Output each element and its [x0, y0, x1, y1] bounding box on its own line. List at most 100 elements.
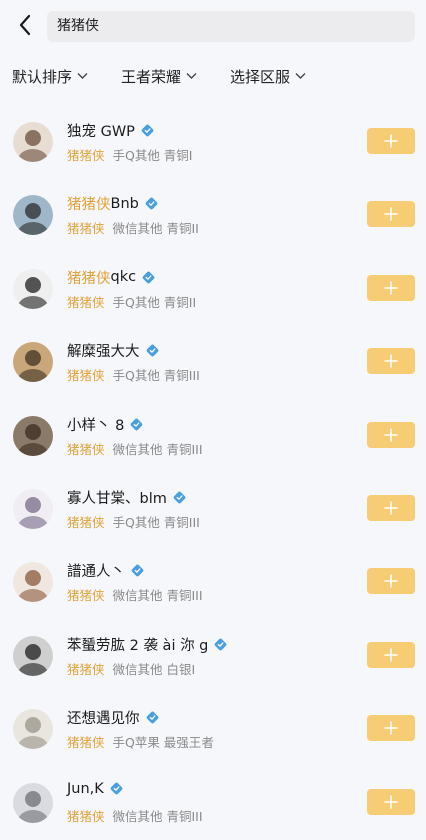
add-friend-button[interactable] [367, 568, 415, 595]
player-meta: 猪猪侠 手Q其他 青铜II [67, 292, 196, 311]
verified-icon [130, 418, 143, 431]
player-name-text: 小样丶 8 [67, 417, 125, 434]
avatar[interactable] [13, 415, 53, 456]
filter-server[interactable]: 选择区服 [230, 58, 306, 94]
back-button[interactable] [10, 10, 40, 40]
avatar[interactable] [13, 195, 53, 236]
verified-icon [145, 197, 158, 210]
player-server-rank: 微信其他 青铜II [112, 221, 199, 237]
avatar[interactable] [13, 122, 53, 162]
player-tag: 猪猪侠 [67, 588, 105, 604]
avatar[interactable] [13, 268, 53, 309]
filter-server-label: 选择区服 [230, 67, 291, 86]
player-tag: 猪猪侠 [67, 808, 105, 824]
filter-sort[interactable]: 默认排序 [12, 58, 88, 94]
player-tag: 猪猪侠 [67, 148, 105, 163]
add-friend-button[interactable] [367, 641, 415, 668]
add-friend-button[interactable] [367, 715, 415, 742]
player-name-highlight: 猪猪侠 [67, 197, 111, 214]
player-server-rank: 微信其他 白银I [112, 661, 196, 677]
avatar[interactable] [13, 635, 53, 676]
player-name-text: 解糜强大大 [67, 344, 140, 361]
player-name-highlight: 猪猪侠 [67, 270, 111, 287]
plus-icon [384, 280, 398, 295]
list-item[interactable]: Jun,K 猪猪侠 微信其他 青铜III [0, 765, 426, 838]
verified-icon [110, 782, 123, 795]
plus-icon [384, 647, 398, 662]
player-server-rank: 手Q苹果 最强王者 [112, 735, 214, 751]
avatar[interactable] [13, 709, 53, 750]
verified-icon [146, 344, 159, 357]
verified-icon [146, 711, 159, 724]
search-input[interactable]: 猪猪侠 [47, 11, 415, 42]
player-server-rank: 手Q其他 青铜I [112, 148, 193, 163]
player-name: 譜通人丶 [67, 560, 144, 581]
list-item[interactable]: 独宠 GWP 猪猪侠 手Q其他 青铜I [0, 104, 426, 177]
plus-icon [384, 574, 398, 589]
add-friend-button[interactable] [367, 274, 415, 301]
top-bar: 猪猪侠 [0, 0, 426, 52]
verified-icon [131, 564, 144, 577]
player-meta: 猪猪侠 微信其他 青铜III [67, 806, 203, 825]
player-server-rank: 手Q其他 青铜III [112, 515, 200, 530]
player-name: 还想遇见你 [67, 707, 159, 728]
player-name-text: 寡人甘棠、blm [67, 491, 167, 507]
player-name-text: 独宠 GWP [67, 124, 135, 140]
list-item[interactable]: 寡人甘棠、blm 猪猪侠 手Q其他 青铜III [0, 471, 426, 544]
list-item[interactable]: 譜通人丶 猪猪侠 微信其他 青铜III [0, 544, 426, 617]
avatar[interactable] [13, 782, 53, 823]
avatar[interactable] [13, 342, 53, 383]
chevron-down-icon [77, 72, 88, 80]
player-name: Jun,K [67, 781, 123, 797]
plus-icon [384, 354, 398, 368]
list-item[interactable]: 苯蜑劳肱 2 袭 ài 沵 g 猪猪侠 微信其他 白银I [0, 618, 426, 691]
list-item[interactable]: 猪猪侠 Bnb 猪猪侠 微信其他 青铜II [0, 177, 426, 250]
list-item[interactable]: 解糜强大大 猪猪侠 手Q其他 青铜III [0, 324, 426, 397]
filter-game-label: 王者荣耀 [121, 67, 182, 86]
filter-game[interactable]: 王者荣耀 [121, 58, 197, 94]
filter-bar: 默认排序 王者荣耀 选择区服 [0, 58, 426, 94]
player-name: 猪猪侠 Bnb [67, 193, 158, 214]
chevron-down-icon [186, 72, 197, 80]
player-tag: 猪猪侠 [67, 661, 105, 677]
player-server-rank: 微信其他 青铜III [112, 441, 203, 457]
list-item[interactable]: 猪猪侠 qkc 猪猪侠 手Q其他 青铜II [0, 251, 426, 324]
player-name-text: Bnb [110, 195, 139, 212]
chevron-left-icon [19, 14, 31, 36]
player-meta: 猪猪侠 微信其他 青铜III [67, 585, 203, 604]
player-server-rank: 手Q其他 青铜II [112, 294, 197, 310]
avatar[interactable] [13, 562, 53, 603]
player-server-rank: 手Q其他 青铜III [112, 368, 200, 384]
player-tag: 猪猪侠 [67, 441, 105, 457]
plus-icon [384, 134, 398, 148]
add-friend-button[interactable] [367, 495, 415, 521]
avatar[interactable] [13, 489, 53, 529]
player-name: 猪猪侠 qkc [67, 267, 155, 288]
player-tag: 猪猪侠 [67, 368, 105, 384]
player-tag: 猪猪侠 [67, 515, 105, 530]
verified-icon [173, 491, 186, 504]
list-item[interactable]: 小样丶 8 猪猪侠 微信其他 青铜III [0, 398, 426, 471]
plus-icon [384, 501, 398, 515]
verified-icon [214, 638, 227, 651]
add-friend-button[interactable] [367, 788, 415, 815]
verified-icon [142, 271, 155, 284]
plus-icon [384, 427, 398, 442]
player-server-rank: 微信其他 青铜III [112, 588, 203, 604]
filter-sort-label: 默认排序 [12, 67, 73, 86]
list-item[interactable]: 还想遇见你 猪猪侠 手Q苹果 最强王者 [0, 691, 426, 764]
player-name-text: 还想遇见你 [67, 711, 140, 728]
add-friend-button[interactable] [367, 128, 415, 154]
player-name-text: qkc [110, 269, 137, 286]
player-name-text: Jun,K [67, 780, 104, 797]
player-meta: 猪猪侠 手Q其他 青铜III [67, 365, 200, 384]
add-friend-button[interactable] [367, 348, 415, 375]
player-tag: 猪猪侠 [67, 735, 105, 751]
add-friend-button[interactable] [367, 201, 415, 228]
player-name: 苯蜑劳肱 2 袭 ài 沵 g [67, 634, 227, 655]
player-name-text: 苯蜑劳肱 2 袭 ài 沵 g [67, 637, 209, 654]
plus-icon [384, 794, 398, 809]
player-name: 小样丶 8 [67, 414, 143, 435]
player-tag: 猪猪侠 [67, 294, 105, 310]
add-friend-button[interactable] [367, 421, 415, 448]
